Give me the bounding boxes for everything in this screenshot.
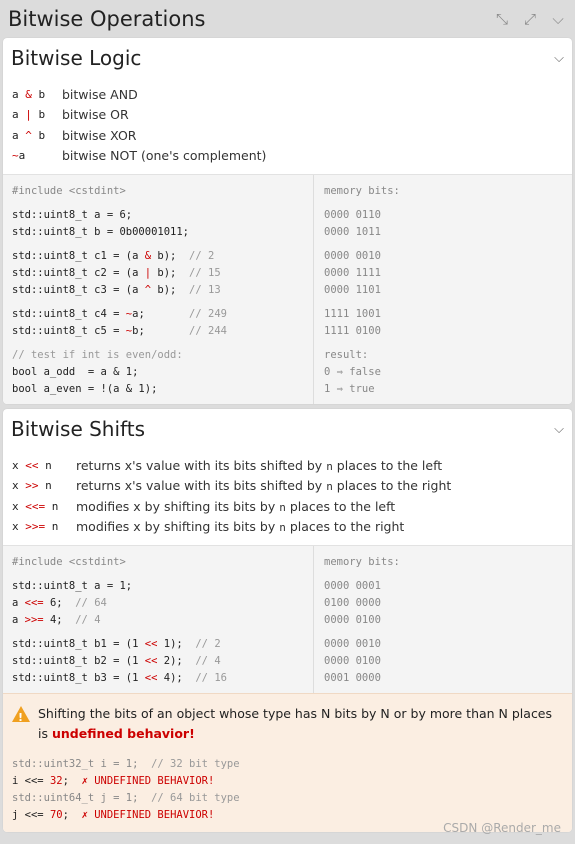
memory-value: 0001 0000 <box>324 672 381 684</box>
panel-title: Bitwise Logic <box>11 46 142 70</box>
result-label: result: <box>324 349 369 361</box>
code-line: std::uint8_t b2 = (1 << 2); // 4 <box>12 655 221 667</box>
code-line: std::uint8_t c1 = (a & b); // 2 <box>12 250 215 262</box>
warning-text: Shifting the bits of an object whose typ… <box>38 706 553 741</box>
memory-value: 0000 0100 <box>324 614 381 626</box>
code-line: i <<= 32; ✗ UNDEFINED BEHAVIOR! <box>12 775 215 787</box>
title-bar-icons: ⤡ ⤢ ⌵ <box>493 10 567 28</box>
operator-symbol: a | b <box>12 108 46 122</box>
code-line: // test if int is even/odd: <box>12 349 183 361</box>
operator-description: bitwise NOT (one's complement) <box>62 148 267 164</box>
code-block: #include <cstdint> std::uint8_t a = 1; a… <box>3 546 314 693</box>
operator-row: a | b bitwise OR <box>12 105 564 126</box>
code-line: std::uint64_t j = 1; // 64 bit type <box>12 792 240 804</box>
code-example: #include <cstdint> std::uint8_t a = 1; a… <box>3 545 572 693</box>
code-line: std::uint8_t c2 = (a | b); // 15 <box>12 267 221 279</box>
operator-symbol: a ^ b <box>12 128 46 142</box>
operator-description: bitwise AND <box>62 86 138 102</box>
code-line: a >>= 4; // 4 <box>12 614 101 626</box>
chevron-down-icon[interactable]: ⌵ <box>549 10 567 28</box>
code-line: a <<= 6; // 64 <box>12 597 107 609</box>
operator-description: modifies x by shifting its bits by n pla… <box>76 519 405 535</box>
code-line: std::uint8_t b1 = (1 << 1); // 2 <box>12 638 221 650</box>
operator-symbol: x << n <box>12 458 65 472</box>
operator-row: x >> n returns x's value with its bits s… <box>12 476 564 497</box>
code-line: #include <cstdint> <box>12 556 126 568</box>
memory-bits-column: memory bits: 0000 0110 0000 1011 0000 00… <box>314 175 572 404</box>
watermark: CSDN @Render_me <box>443 821 561 835</box>
code-line: std::uint8_t b = 0b00001011; <box>12 226 190 238</box>
operator-row: a & b bitwise AND <box>12 84 564 105</box>
warning-code: std::uint32_t i = 1; // 32 bit type i <<… <box>12 756 564 824</box>
memory-value: 0000 1111 <box>324 267 381 279</box>
memory-value: 1111 0100 <box>324 325 381 337</box>
chevron-down-icon[interactable]: ⌵ <box>554 51 564 66</box>
memory-value: 0100 0000 <box>324 597 381 609</box>
code-example: #include <cstdint> std::uint8_t a = 6; s… <box>3 174 572 404</box>
expand-icon[interactable]: ⤢ <box>521 10 539 28</box>
memory-label: memory bits: <box>324 556 400 568</box>
chevron-down-icon[interactable]: ⌵ <box>554 422 564 437</box>
code-line: bool a_odd = a & 1; <box>12 366 139 378</box>
operator-symbol: x >>= n <box>12 520 65 534</box>
memory-value: 0000 1101 <box>324 284 381 296</box>
code-line: std::uint8_t c5 = ~b; // 244 <box>12 325 227 337</box>
operator-row: a ^ b bitwise XOR <box>12 125 564 146</box>
operator-row: x << n returns x's value with its bits s… <box>12 455 564 476</box>
memory-value: 0000 0100 <box>324 655 381 667</box>
memory-value: 0000 0010 <box>324 638 381 650</box>
panel-header[interactable]: Bitwise Logic ⌵ <box>3 38 572 78</box>
title-bar: Bitwise Operations ⤡ ⤢ ⌵ <box>0 0 575 38</box>
memory-label: memory bits: <box>324 185 400 197</box>
code-line: std::uint8_t a = 6; <box>12 209 133 221</box>
code-line: std::uint32_t i = 1; // 32 bit type <box>12 758 240 770</box>
code-line: std::uint8_t c4 = ~a; // 249 <box>12 308 227 320</box>
operator-symbol: x >> n <box>12 479 65 493</box>
memory-value: 1111 1001 <box>324 308 381 320</box>
code-line: std::uint8_t b3 = (1 << 4); // 16 <box>12 672 227 684</box>
operator-description: returns x's value with its bits shifted … <box>76 478 452 494</box>
operator-row: x >>= n modifies x by shifting its bits … <box>12 517 564 538</box>
result-value: 1 ⇒ true <box>324 383 375 395</box>
warning-box: ! Shifting the bits of an object whose t… <box>3 693 572 832</box>
code-line: std::uint8_t c3 = (a ^ b); // 13 <box>12 284 221 296</box>
panel-title: Bitwise Shifts <box>11 417 145 441</box>
code-block: #include <cstdint> std::uint8_t a = 6; s… <box>3 175 314 404</box>
bitwise-shifts-panel: Bitwise Shifts ⌵ x << n returns x's valu… <box>3 409 572 832</box>
code-line: #include <cstdint> <box>12 185 126 197</box>
memory-value: 0000 1011 <box>324 226 381 238</box>
operator-list: a & b bitwise AND a | b bitwise OR a ^ b… <box>3 78 572 174</box>
collapse-icon[interactable]: ⤡ <box>493 10 511 28</box>
warning-message: ! Shifting the bits of an object whose t… <box>12 704 564 744</box>
result-value: 0 ⇒ false <box>324 366 381 378</box>
warning-icon: ! <box>12 706 30 724</box>
app-title: Bitwise Operations <box>8 7 206 31</box>
operator-description: bitwise XOR <box>62 127 137 143</box>
memory-value: 0000 0010 <box>324 250 381 262</box>
operator-description: modifies x by shifting its bits by n pla… <box>76 498 396 514</box>
operator-description: returns x's value with its bits shifted … <box>76 457 443 473</box>
operator-symbol: x <<= n <box>12 499 65 513</box>
panel-header[interactable]: Bitwise Shifts ⌵ <box>3 409 572 449</box>
memory-value: 0000 0001 <box>324 580 381 592</box>
operator-symbol: ~a <box>12 149 26 163</box>
operator-list: x << n returns x's value with its bits s… <box>3 449 572 545</box>
operator-symbol: a & b <box>12 87 46 101</box>
code-line: bool a_even = !(a & 1); <box>12 383 158 395</box>
operator-row: ~a bitwise NOT (one's complement) <box>12 146 564 167</box>
operator-row: x <<= n modifies x by shifting its bits … <box>12 496 564 517</box>
bitwise-logic-panel: Bitwise Logic ⌵ a & b bitwise AND a | b … <box>3 38 572 404</box>
code-line: std::uint8_t a = 1; <box>12 580 133 592</box>
memory-bits-column: memory bits: 0000 0001 0100 0000 0000 01… <box>314 546 572 693</box>
operator-description: bitwise OR <box>62 107 129 123</box>
memory-value: 0000 0110 <box>324 209 381 221</box>
